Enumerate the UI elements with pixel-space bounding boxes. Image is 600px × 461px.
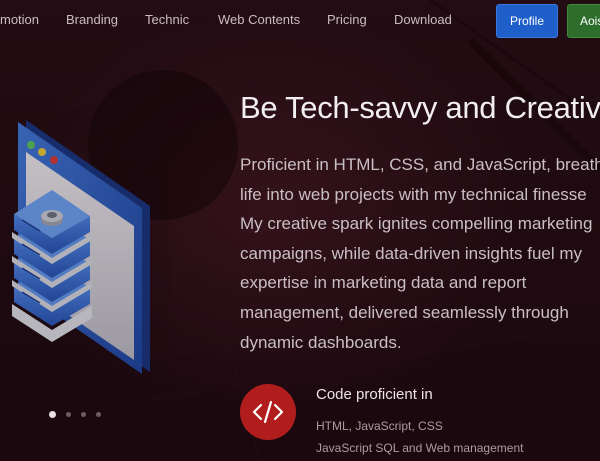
profile-button[interactable]: Profile: [496, 4, 558, 38]
nav-item-technic[interactable]: Technic: [145, 12, 189, 27]
top-navigation: motion Branding Technic Web Contents Pri…: [0, 0, 600, 42]
feature-line: HTML, JavaScript, CSS: [316, 419, 443, 433]
carousel-dot-4[interactable]: [96, 412, 101, 417]
server-window-illustration: [0, 108, 170, 378]
carousel-dot-3[interactable]: [81, 412, 86, 417]
carousel-dots: [49, 411, 101, 418]
nav-item-download[interactable]: Download: [394, 12, 452, 27]
code-icon: [240, 384, 296, 440]
hero-title: Be Tech-savvy and Creativ: [240, 90, 600, 125]
paragraph-line: campaigns, while data-driven insights fu…: [240, 243, 583, 263]
paragraph-line: management, delivered seamlessly through: [240, 302, 569, 322]
carousel-dot-2[interactable]: [66, 412, 71, 417]
nav-item-web-contents[interactable]: Web Contents: [218, 12, 300, 27]
paragraph-line: dynamic dashboards.: [240, 332, 402, 352]
paragraph-line: Proficient in HTML, CSS, and JavaScript,…: [240, 155, 600, 174]
carousel-dot-1[interactable]: [49, 411, 56, 418]
secondary-nav-button[interactable]: Aois: [567, 4, 600, 38]
hero-paragraph: Proficient in HTML, CSS, and JavaScript,…: [240, 150, 600, 357]
feature-line: JavaScript SQL and Web management: [316, 441, 524, 455]
paragraph-line: life into web projects with my technical…: [240, 184, 587, 204]
paragraph-line: expertise in marketing data and report: [240, 273, 527, 293]
feature-title: Code proficient in: [316, 386, 433, 403]
nav-item-motion[interactable]: motion: [0, 12, 39, 27]
page: motion Branding Technic Web Contents Pri…: [0, 0, 600, 461]
code-brackets-icon: [252, 400, 284, 424]
nav-item-pricing[interactable]: Pricing: [327, 12, 367, 27]
nav-item-branding[interactable]: Branding: [66, 12, 118, 27]
paragraph-line: My creative spark ignites compelling mar…: [240, 214, 593, 234]
